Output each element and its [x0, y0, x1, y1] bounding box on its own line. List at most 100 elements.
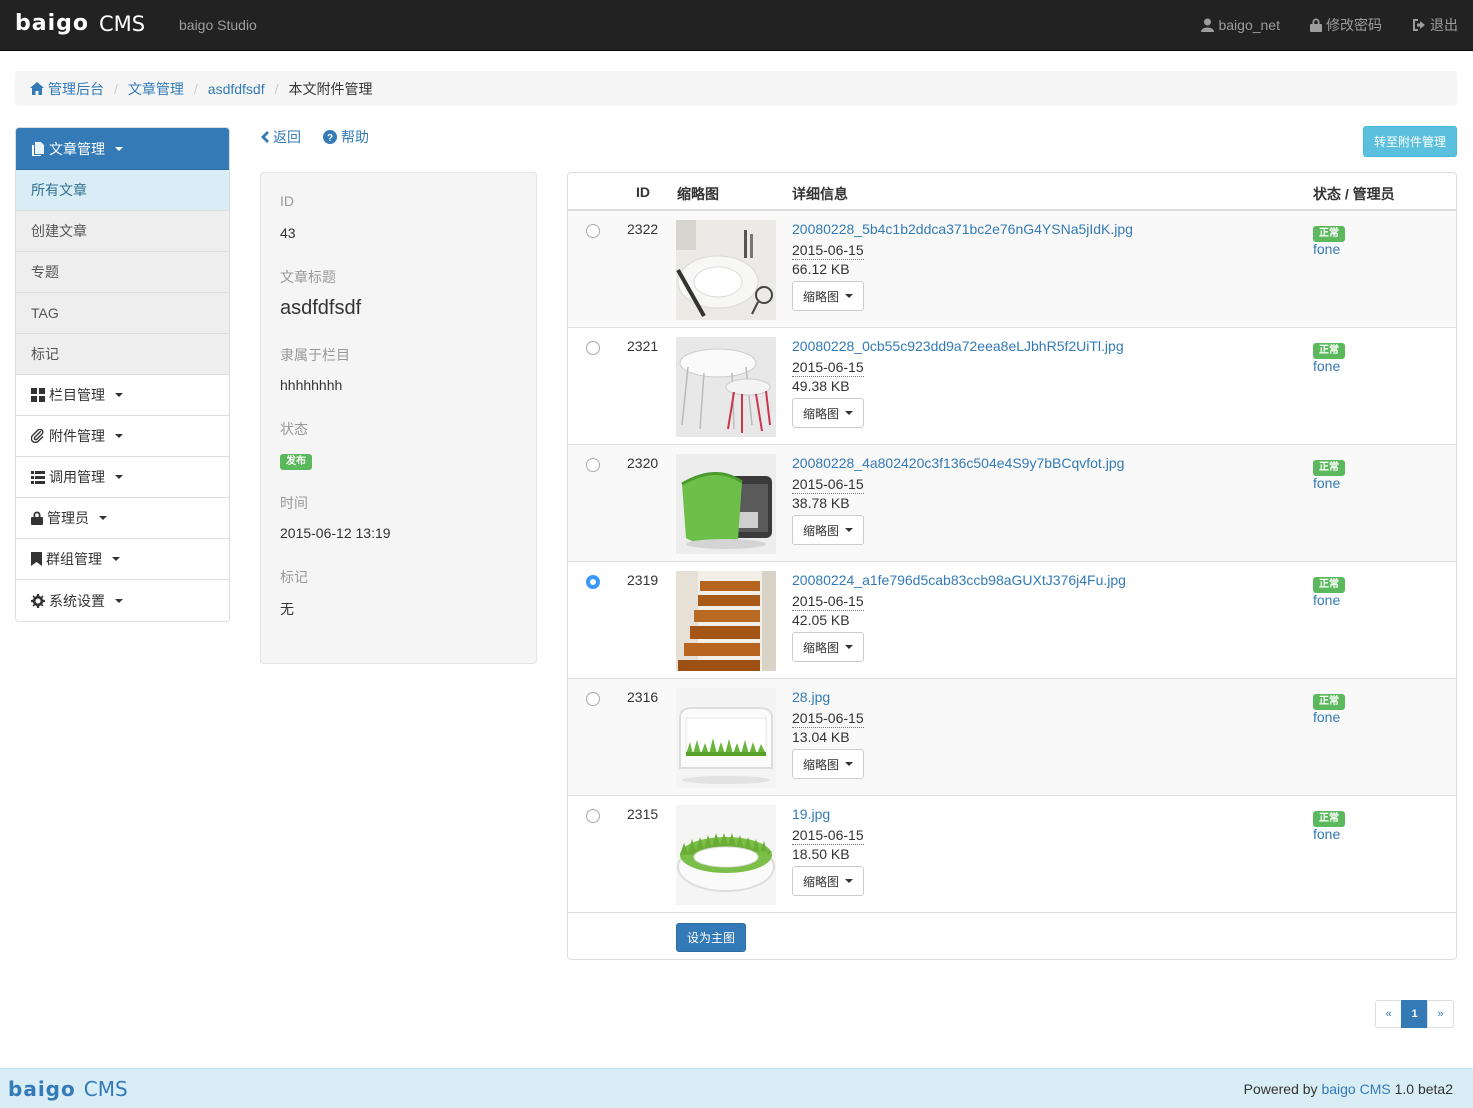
- row-id: 2316: [627, 689, 659, 705]
- logout-link[interactable]: 退出: [1412, 15, 1458, 35]
- table-row: 2322 20080228_5b4c1b2ddca371bc2e76nG4YSN…: [568, 211, 1456, 328]
- caret-down-icon: [845, 411, 854, 415]
- sidebar-item-calls[interactable]: 调用管理: [16, 457, 229, 498]
- user-menu[interactable]: baigo_net: [1201, 17, 1280, 33]
- sidebar-sub-topics[interactable]: 专题: [16, 252, 229, 293]
- file-name-link[interactable]: 20080228_4a802420c3f136c504e4S9y7bBCqvfo…: [792, 455, 1124, 471]
- row-status-wrap: 正常: [1313, 457, 1345, 476]
- sidebar-item-label: 调用管理: [49, 469, 105, 485]
- footer-logo-cms: CMS: [83, 1077, 128, 1101]
- header-detail: 详细信息: [792, 186, 848, 202]
- sidebar-sub-marks[interactable]: 标记: [16, 334, 229, 375]
- thumbnail-image: [676, 688, 776, 788]
- sidebar-item-label: 群组管理: [46, 551, 102, 567]
- footer-logo-wordmark: baigo: [8, 1077, 76, 1101]
- page-footer: baigo CMS Powered by baigo CMS 1.0 beta2: [0, 1068, 1473, 1108]
- admin-link[interactable]: fone: [1313, 241, 1340, 257]
- caret-down-icon: [115, 475, 123, 479]
- admin-link[interactable]: fone: [1313, 826, 1340, 842]
- brand-logo[interactable]: baigo CMS: [15, 11, 145, 36]
- sidebar-item-label: 栏目管理: [49, 387, 105, 403]
- file-name-link[interactable]: 20080224_a1fe796d5cab83ccb98aGUXtJ376j4F…: [792, 572, 1126, 588]
- caret-down-icon: [845, 528, 854, 532]
- thumbnail-dropdown-button[interactable]: 缩略图: [792, 866, 865, 896]
- file-date: 2015-06-15: [792, 593, 864, 611]
- admin-link[interactable]: fone: [1313, 592, 1340, 608]
- powered-link[interactable]: baigo CMS: [1321, 1081, 1390, 1097]
- sidebar-item-groups[interactable]: 群组管理: [16, 539, 229, 580]
- id-label: ID: [280, 193, 294, 209]
- caret-down-icon: [112, 557, 120, 561]
- row-radio[interactable]: [586, 458, 600, 472]
- goto-attachment-button[interactable]: 转至附件管理: [1363, 126, 1457, 157]
- status-badge: 正常: [1313, 811, 1345, 827]
- id-value: 43: [280, 225, 296, 241]
- pagination-page[interactable]: 1: [1401, 1000, 1428, 1028]
- sidebar-item-admins[interactable]: 管理员: [16, 498, 229, 539]
- thumbnail-dropdown-button[interactable]: 缩略图: [792, 398, 865, 428]
- file-name-link[interactable]: 28.jpg: [792, 689, 830, 705]
- thumbnail-dropdown-button[interactable]: 缩略图: [792, 749, 865, 779]
- thumbnail-dropdown-button[interactable]: 缩略图: [792, 515, 865, 545]
- row-radio[interactable]: [586, 341, 600, 355]
- status-badge: 正常: [1313, 343, 1345, 359]
- file-size: 42.05 KB: [792, 612, 850, 628]
- sidebar-item-categories[interactable]: 栏目管理: [16, 375, 229, 416]
- file-name-link[interactable]: 20080228_0cb55c923dd9a72eea8eLJbhR5f2UiT…: [792, 338, 1124, 354]
- breadcrumb: 管理后台 / 文章管理 / asdfdfsdf / 本文附件管理: [15, 71, 1457, 106]
- back-link[interactable]: 返回: [260, 127, 301, 147]
- row-radio[interactable]: [586, 692, 600, 706]
- file-date: 2015-06-15: [792, 359, 864, 377]
- thumbnail-image: [676, 571, 776, 671]
- sidebar-head-articles[interactable]: 文章管理: [16, 128, 229, 170]
- user-icon: [1201, 18, 1215, 32]
- admin-link[interactable]: fone: [1313, 709, 1340, 725]
- status-label: 状态: [280, 421, 308, 437]
- breadcrumb-separator: /: [274, 80, 279, 97]
- file-size: 13.04 KB: [792, 729, 850, 745]
- set-main-image-button[interactable]: 设为主图: [676, 923, 746, 952]
- header-id: ID: [636, 184, 650, 200]
- file-date: 2015-06-15: [792, 476, 864, 494]
- breadcrumb-article[interactable]: asdfdfsdf: [208, 81, 265, 97]
- file-name-link[interactable]: 20080228_5b4c1b2ddca371bc2e76nG4YSNa5jId…: [792, 221, 1133, 237]
- user-name: baigo_net: [1218, 17, 1280, 33]
- sidebar-sub-tags[interactable]: TAG: [16, 293, 229, 334]
- admin-link[interactable]: fone: [1313, 475, 1340, 491]
- thumbnail-dropdown-button[interactable]: 缩略图: [792, 632, 865, 662]
- change-password-link[interactable]: 修改密码: [1310, 15, 1382, 35]
- title-label: 文章标题: [280, 269, 336, 285]
- help-link[interactable]: ? 帮助: [323, 127, 369, 147]
- file-size: 66.12 KB: [792, 261, 850, 277]
- pagination-next[interactable]: »: [1427, 1000, 1454, 1028]
- studio-link[interactable]: baigo Studio: [179, 17, 257, 33]
- file-date: 2015-06-15: [792, 242, 864, 260]
- sidebar-head-label: 文章管理: [49, 140, 105, 157]
- sidebar-item-label: 附件管理: [49, 428, 105, 444]
- sidebar-sub-create-article[interactable]: 创建文章: [16, 211, 229, 252]
- row-radio[interactable]: [586, 575, 600, 589]
- category-value: hhhhhhhh: [280, 377, 343, 393]
- breadcrumb-home[interactable]: 管理后台: [30, 79, 104, 99]
- sidebar-item-settings[interactable]: 系统设置: [16, 580, 229, 621]
- row-radio[interactable]: [586, 224, 600, 238]
- admin-link[interactable]: fone: [1313, 358, 1340, 374]
- pagination-prev[interactable]: «: [1375, 1000, 1402, 1028]
- sidebar-sub-all-articles[interactable]: 所有文章: [16, 170, 229, 211]
- thumbnail-dropdown-button[interactable]: 缩略图: [792, 281, 865, 311]
- status-badge: 正常: [1313, 460, 1345, 476]
- breadcrumb-articles[interactable]: 文章管理: [128, 79, 184, 99]
- row-id: 2319: [627, 572, 659, 588]
- file-name-link[interactable]: 19.jpg: [792, 806, 830, 822]
- row-status-wrap: 正常: [1313, 808, 1345, 827]
- logo-wordmark: baigo: [15, 11, 89, 36]
- caret-down-icon: [115, 393, 123, 397]
- status-badge: 正常: [1313, 226, 1345, 242]
- sidebar-item-attachments[interactable]: 附件管理: [16, 416, 229, 457]
- row-radio[interactable]: [586, 809, 600, 823]
- status-badge: 正常: [1313, 577, 1345, 593]
- paperclip-icon: [31, 429, 44, 443]
- time-label: 时间: [280, 495, 308, 511]
- status-badge: 正常: [1313, 694, 1345, 710]
- table-row: 2320 20080228_4a802420c3f136c504e4S9y7bB…: [568, 445, 1456, 562]
